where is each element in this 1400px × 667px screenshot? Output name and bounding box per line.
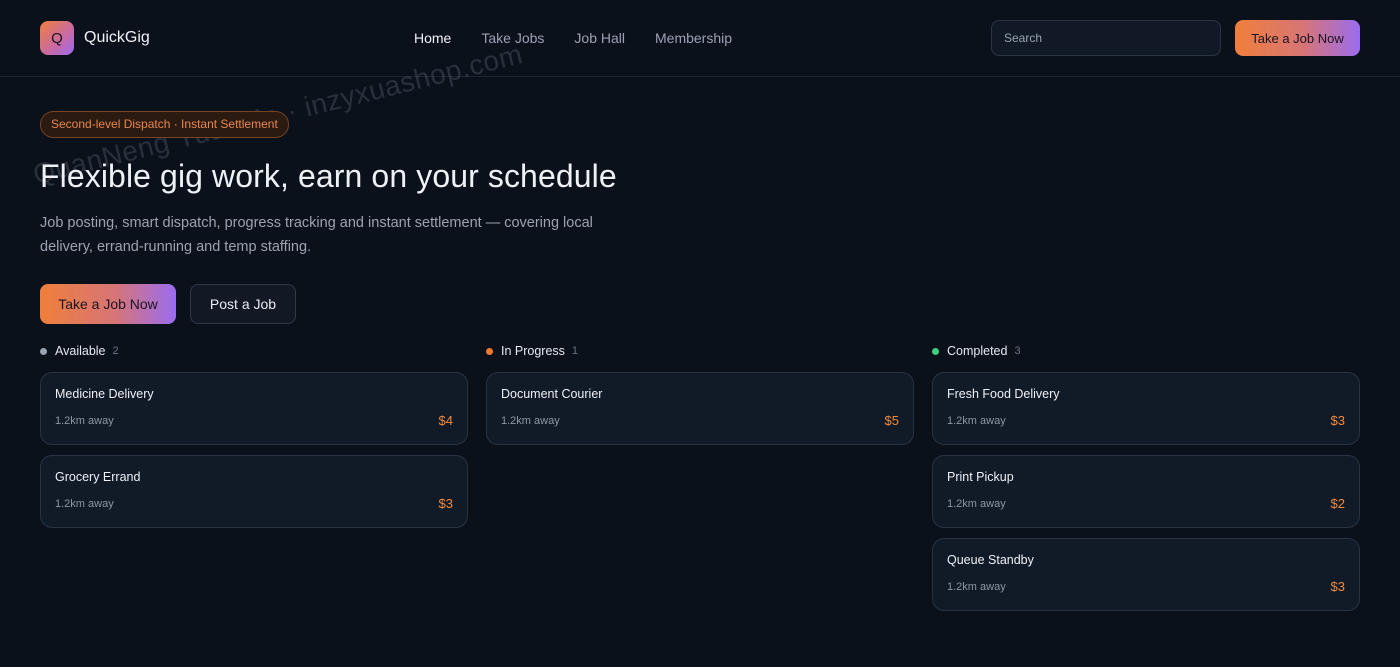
brand-name: QuickGig bbox=[84, 29, 150, 46]
job-title: Medicine Delivery bbox=[55, 387, 154, 401]
job-card[interactable]: Queue Standby 1.2km away $3 bbox=[932, 538, 1360, 611]
job-distance: 1.2km away bbox=[501, 415, 560, 427]
column-count: 2 bbox=[112, 345, 119, 357]
job-card[interactable]: Fresh Food Delivery 1.2km away $3 bbox=[932, 372, 1360, 445]
card-list: Fresh Food Delivery 1.2km away $3 Print … bbox=[932, 372, 1360, 611]
card-list: Document Courier 1.2km away $5 bbox=[486, 372, 914, 445]
status-dot-icon bbox=[40, 347, 47, 355]
job-title: Queue Standby bbox=[947, 553, 1034, 567]
job-price: $4 bbox=[438, 413, 453, 428]
job-distance: 1.2km away bbox=[947, 581, 1006, 593]
column-count: 1 bbox=[571, 345, 579, 357]
nav-item-take-jobs[interactable]: Take Jobs bbox=[481, 30, 544, 46]
job-price: $3 bbox=[438, 496, 453, 511]
nav-item-home[interactable]: Home bbox=[414, 30, 451, 46]
top-header: Q QuickGig Home Take Jobs Job Hall Membe… bbox=[0, 0, 1400, 77]
status-dot-icon bbox=[486, 347, 493, 355]
job-price: $2 bbox=[1330, 496, 1345, 511]
hero-description: Job posting, smart dispatch, progress tr… bbox=[40, 215, 593, 255]
nav-item-membership[interactable]: Membership bbox=[655, 30, 732, 46]
hero-actions: Take a Job Now Post a Job bbox=[40, 284, 640, 324]
brand[interactable]: Q QuickGig bbox=[40, 21, 150, 55]
search-input[interactable] bbox=[991, 20, 1221, 56]
column-completed: Completed 3 Fresh Food Delivery 1.2km aw… bbox=[932, 341, 1360, 611]
job-price: $3 bbox=[1330, 579, 1345, 594]
main-nav: Home Take Jobs Job Hall Membership bbox=[414, 0, 732, 76]
job-distance: 1.2km away bbox=[947, 498, 1006, 510]
status-dot-icon bbox=[932, 347, 939, 355]
column-title: Completed bbox=[947, 344, 1008, 358]
column-title: Available bbox=[55, 344, 106, 358]
column-header: In Progress 1 bbox=[486, 341, 914, 361]
job-card[interactable]: Print Pickup 1.2km away $2 bbox=[932, 455, 1360, 528]
job-card[interactable]: Medicine Delivery 1.2km away $4 bbox=[40, 372, 468, 445]
hero-section: Second-level Dispatch · Instant Settleme… bbox=[40, 111, 640, 324]
card-list: Medicine Delivery 1.2km away $4 Grocery … bbox=[40, 372, 468, 528]
job-distance: 1.2km away bbox=[55, 415, 114, 427]
brand-logo-icon: Q bbox=[40, 21, 74, 55]
job-price: $5 bbox=[884, 413, 899, 428]
job-board: Available 2 Medicine Delivery 1.2km away… bbox=[40, 341, 1360, 611]
post-job-button[interactable]: Post a Job bbox=[190, 284, 296, 324]
job-title: Print Pickup bbox=[947, 470, 1014, 484]
column-available: Available 2 Medicine Delivery 1.2km away… bbox=[40, 341, 468, 611]
column-header: Completed 3 bbox=[932, 341, 1360, 361]
job-title: Document Courier bbox=[501, 387, 603, 401]
header-take-job-button[interactable]: Take a Job Now bbox=[1235, 20, 1360, 56]
column-title: In Progress bbox=[501, 344, 565, 358]
job-distance: 1.2km away bbox=[947, 415, 1006, 427]
job-price: $3 bbox=[1330, 413, 1345, 428]
column-count: 3 bbox=[1014, 345, 1021, 357]
job-title: Grocery Errand bbox=[55, 470, 141, 484]
job-card[interactable]: Document Courier 1.2km away $5 bbox=[486, 372, 914, 445]
job-card[interactable]: Grocery Errand 1.2km away $3 bbox=[40, 455, 468, 528]
job-title: Fresh Food Delivery bbox=[947, 387, 1060, 401]
column-header: Available 2 bbox=[40, 341, 468, 361]
column-in-progress: In Progress 1 Document Courier 1.2km awa… bbox=[486, 341, 914, 611]
job-distance: 1.2km away bbox=[55, 498, 114, 510]
nav-item-job-hall[interactable]: Job Hall bbox=[574, 30, 625, 46]
hero-title: Flexible gig work, earn on your schedule bbox=[40, 158, 617, 194]
hero-badge: Second-level Dispatch · Instant Settleme… bbox=[40, 111, 289, 138]
take-job-button[interactable]: Take a Job Now bbox=[40, 284, 176, 324]
